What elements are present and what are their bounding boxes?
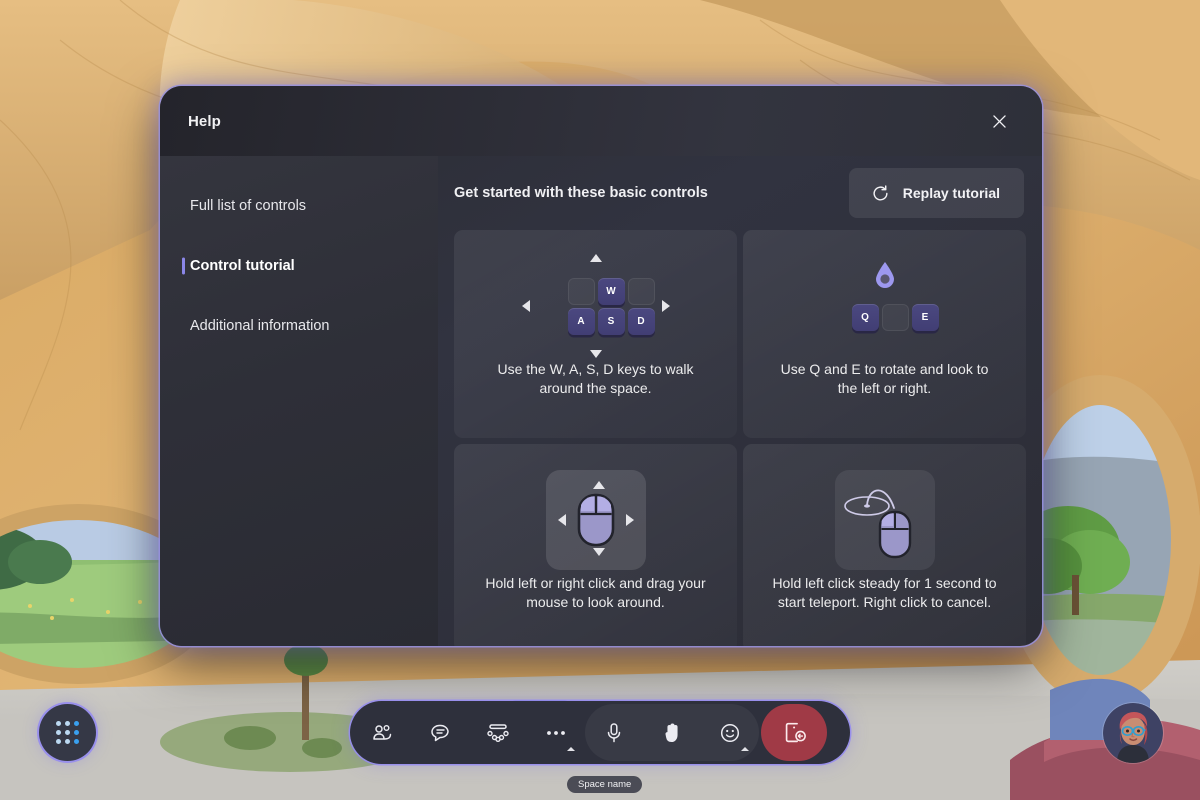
tutorial-card-grid: W A S D Use the W, A, S, D keys to walk …	[438, 230, 1026, 646]
card-visual	[769, 466, 1000, 574]
keycap-blank-left	[567, 278, 595, 305]
card-visual: Q E	[769, 252, 1000, 360]
emoji-icon	[720, 723, 740, 742]
leave-icon	[785, 722, 806, 743]
seating-icon	[487, 723, 509, 742]
keycap-e: E	[911, 304, 939, 331]
arrow-left-icon	[557, 513, 566, 526]
help-content: Get started with these basic controls Re…	[438, 156, 1042, 646]
space-name-label: Space name	[567, 776, 643, 793]
card-caption: Use Q and E to rotate and look to the le…	[780, 361, 989, 396]
help-sidebar: Full list of controls Control tutorial A…	[160, 156, 438, 646]
grid-dots-icon	[56, 721, 79, 744]
raise-hand-icon	[665, 723, 678, 742]
sidebar-item-full-list[interactable]: Full list of controls	[160, 176, 438, 236]
toolbar-group-primary	[353, 704, 585, 761]
tutorial-card-look-around: Hold left or right click and drag your m…	[454, 443, 737, 646]
arrow-down-icon	[589, 350, 602, 358]
keycap-w: W	[597, 278, 625, 305]
sidebar-item-label: Additional information	[190, 318, 330, 334]
keycap-blank-middle	[881, 304, 909, 331]
card-visual	[480, 466, 711, 574]
arrow-up-icon	[589, 254, 602, 262]
content-heading: Get started with these basic controls	[454, 185, 708, 201]
keycap-blank-right	[627, 278, 655, 305]
chevron-up-icon	[741, 747, 749, 751]
arrow-left-icon	[521, 300, 530, 312]
rotate-loop-icon	[875, 262, 894, 288]
chevron-up-icon	[567, 747, 575, 751]
arrow-right-icon	[625, 513, 634, 526]
raise-hand-button[interactable]	[643, 704, 701, 761]
dialog-header: Help	[160, 86, 1042, 156]
refresh-icon	[873, 184, 888, 201]
keycap-d: D	[627, 308, 655, 335]
arrow-up-icon	[592, 480, 605, 489]
sidebar-item-control-tutorial[interactable]: Control tutorial	[160, 236, 438, 296]
close-icon-button[interactable]	[982, 104, 1016, 138]
tutorial-card-wasd: W A S D Use the W, A, S, D keys to walk …	[454, 230, 737, 438]
people-icon	[373, 724, 392, 740]
arrow-down-icon	[592, 547, 605, 556]
microphone-button[interactable]	[585, 704, 643, 761]
teleport-arc-icon	[843, 489, 911, 558]
replay-tutorial-button[interactable]: Replay tutorial	[848, 168, 1024, 218]
help-dialog: Help Full list of controls Control tutor…	[160, 86, 1042, 646]
card-visual: W A S D	[480, 252, 711, 360]
close-icon	[992, 114, 1006, 128]
replay-tutorial-label: Replay tutorial	[902, 185, 1000, 201]
dialog-body: Full list of controls Control tutorial A…	[160, 156, 1042, 646]
sidebar-item-additional-information[interactable]: Additional information	[160, 296, 438, 356]
card-caption: Hold left click steady for 1 second to s…	[772, 574, 997, 610]
chat-icon	[431, 724, 449, 741]
keycap-q: Q	[851, 304, 879, 331]
arrow-right-icon	[661, 300, 670, 312]
more-options-button[interactable]	[527, 704, 585, 761]
content-header: Get started with these basic controls Re…	[438, 156, 1026, 230]
reactions-button[interactable]	[701, 704, 759, 761]
sidebar-item-label: Full list of controls	[190, 198, 307, 214]
sidebar-item-label: Control tutorial	[190, 258, 295, 274]
more-icon	[547, 730, 565, 735]
mouse-teleport-icon	[834, 469, 935, 570]
avatar-image	[1103, 703, 1163, 763]
toolbar-group-media	[585, 704, 759, 761]
seating-button[interactable]	[469, 704, 527, 761]
dialog-title: Help	[188, 112, 221, 130]
card-caption: Use the W, A, S, D keys to walk around t…	[497, 361, 694, 396]
card-caption: Hold left or right click and drag your m…	[485, 574, 706, 610]
mouse-icon	[577, 493, 614, 547]
bottom-toolbar	[350, 701, 850, 764]
mouse-drag-icon	[545, 469, 646, 570]
microphone-icon	[607, 722, 621, 742]
keycap-s: S	[597, 308, 625, 335]
keycap-a: A	[567, 308, 595, 335]
tutorial-card-qe: Q E Use Q and E to rotate and look to th…	[743, 230, 1026, 438]
active-indicator	[182, 257, 185, 275]
tutorial-card-teleport: Hold left click steady for 1 second to s…	[743, 443, 1026, 646]
wasd-keys-icon: W A S D	[506, 252, 686, 360]
chat-button[interactable]	[411, 704, 469, 761]
qe-keys-icon: Q E	[805, 256, 965, 356]
app-launcher-button[interactable]	[39, 704, 96, 761]
leave-button[interactable]	[761, 704, 827, 761]
people-button[interactable]	[353, 704, 411, 761]
avatar[interactable]	[1103, 703, 1163, 763]
